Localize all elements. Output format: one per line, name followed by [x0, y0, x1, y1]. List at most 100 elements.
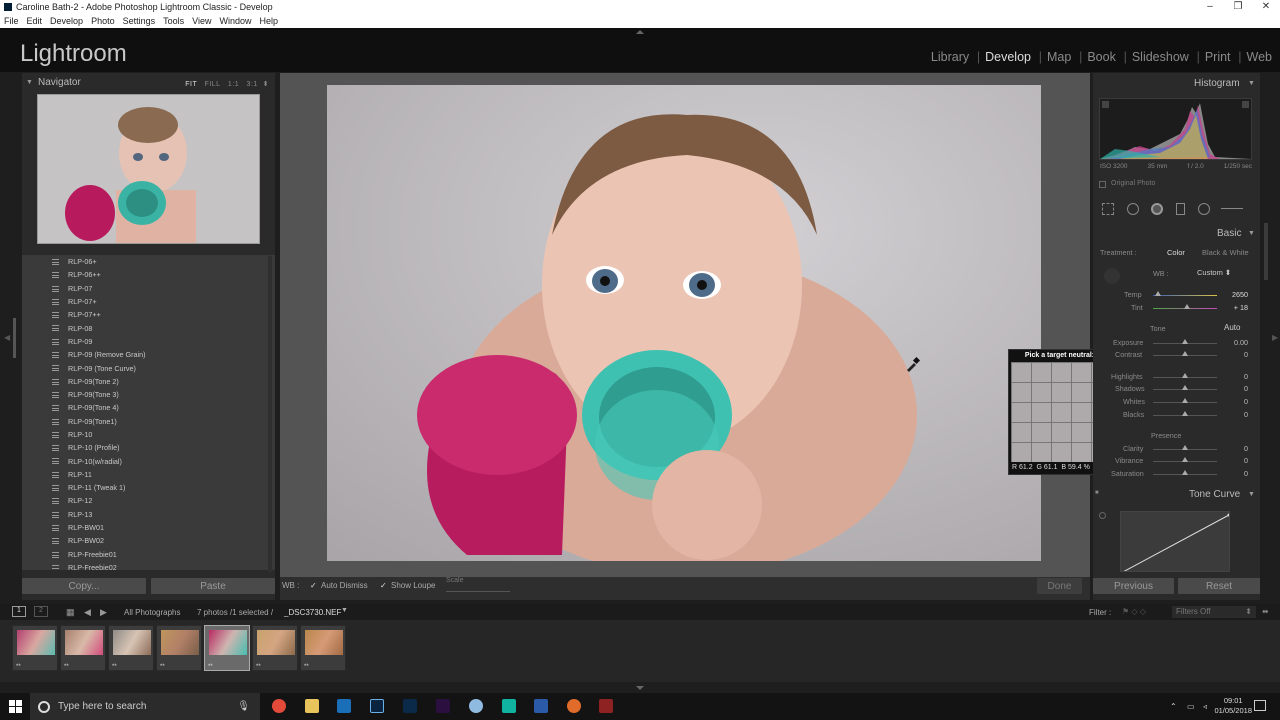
filmstrip-thumb[interactable]: ** [60, 625, 106, 671]
menu-develop[interactable]: Develop [46, 16, 87, 26]
filmstrip-thumb[interactable]: ** [12, 625, 58, 671]
graduated-filter-icon[interactable] [1176, 203, 1185, 215]
taskbar-clock[interactable]: 09:01 01/05/2018 [1214, 696, 1252, 716]
basic-title[interactable]: Basic [1217, 228, 1241, 239]
tray-chevron-icon[interactable]: ⌃ [1170, 702, 1177, 711]
outlook-icon[interactable] [337, 699, 351, 713]
preset-item[interactable]: RLP-11 (Tweak 1) [22, 481, 275, 494]
treatment-color[interactable]: Color [1167, 248, 1185, 257]
preset-item[interactable]: RLP-10(w/radial) [22, 454, 275, 467]
vibrance-value[interactable]: 0 [1222, 456, 1248, 465]
exposure-slider-thumb[interactable] [1182, 339, 1188, 344]
preset-item[interactable]: RLP-09 (Tone Curve) [22, 361, 275, 374]
app-red-icon[interactable] [599, 699, 613, 713]
app-teal-icon[interactable] [502, 699, 516, 713]
premiere-icon[interactable] [436, 699, 450, 713]
highlight-clipping-icon[interactable] [1242, 101, 1249, 108]
collapse-bottom-panel-icon[interactable] [636, 686, 644, 690]
preset-item[interactable]: RLP-Freebie01 [22, 548, 275, 561]
temp-value[interactable]: 2650 [1222, 290, 1248, 299]
right-panel-toggle-icon[interactable]: ▶ [1272, 333, 1278, 342]
preset-item[interactable]: RLP-BW02 [22, 534, 275, 547]
filmstrip-thumb[interactable]: ** [300, 625, 346, 671]
show-loupe-checkbox[interactable]: ✓ [380, 581, 387, 590]
tint-slider-thumb[interactable] [1184, 304, 1190, 309]
clarity-value[interactable]: 0 [1222, 444, 1248, 453]
whites-value[interactable]: 0 [1222, 397, 1248, 406]
spot-removal-icon[interactable] [1127, 203, 1139, 215]
windows-start-icon[interactable] [9, 700, 22, 713]
auto-dismiss-checkbox[interactable]: ✓ [310, 581, 317, 590]
filmstrip-thumb[interactable]: ** [156, 625, 202, 671]
filter-dropdown[interactable]: Filters Off ⬍ [1172, 606, 1256, 618]
shadows-slider-thumb[interactable] [1182, 385, 1188, 390]
vibrance-slider-thumb[interactable] [1182, 457, 1188, 462]
shadows-value[interactable]: 0 [1222, 384, 1248, 393]
grid-view-icon[interactable]: ▦ [66, 607, 75, 618]
preset-item[interactable]: RLP-09 [22, 335, 275, 348]
preset-item[interactable]: RLP-10 (Profile) [22, 441, 275, 454]
filmstrip-thumb-selected[interactable]: ** [204, 625, 250, 671]
targeted-adjustment-icon[interactable] [1099, 512, 1106, 519]
red-eye-icon[interactable] [1151, 203, 1163, 215]
copy-button[interactable]: Copy... [22, 578, 146, 594]
contrast-slider-thumb[interactable] [1182, 351, 1188, 356]
lightroom-taskbar-icon[interactable] [370, 699, 384, 713]
menu-settings[interactable]: Settings [119, 16, 160, 26]
network-icon[interactable]: ▭ [1187, 702, 1195, 711]
menu-view[interactable]: View [188, 16, 215, 26]
module-develop[interactable]: Develop [977, 50, 1042, 64]
firefox-icon[interactable] [567, 699, 581, 713]
preset-item[interactable]: RLP-Freebie02 [22, 561, 275, 570]
treatment-bw[interactable]: Black & White [1202, 248, 1249, 257]
zoom-fit[interactable]: FIT [185, 81, 197, 88]
filmstrip-thumb[interactable]: ** [252, 625, 298, 671]
exposure-value[interactable]: 0.00 [1222, 338, 1248, 347]
preset-item[interactable]: RLP-07 [22, 282, 275, 295]
preset-item[interactable]: RLP-09 (Remove Grain) [22, 348, 275, 361]
shadow-clipping-icon[interactable] [1102, 101, 1109, 108]
adjustment-brush-icon[interactable] [1221, 208, 1243, 209]
word-icon[interactable] [534, 699, 548, 713]
menu-edit[interactable]: Edit [23, 16, 47, 26]
preset-item[interactable]: RLP-07++ [22, 308, 275, 321]
module-print[interactable]: Print [1197, 50, 1241, 64]
panel-switch-icon[interactable]: ■ [1095, 490, 1099, 496]
radial-filter-icon[interactable] [1198, 203, 1210, 215]
preset-item[interactable]: RLP-06++ [22, 268, 275, 281]
preset-item[interactable]: RLP-06+ [22, 255, 275, 268]
wb-dropdown[interactable]: Custom ⬍ [1197, 268, 1231, 277]
contrast-value[interactable]: 0 [1222, 350, 1248, 359]
filter-toggle-icon[interactable]: ⬌ [1262, 607, 1269, 616]
blacks-value[interactable]: 0 [1222, 410, 1248, 419]
back-arrow-icon[interactable]: ◀ [84, 607, 91, 618]
main-photo[interactable] [327, 85, 1041, 561]
filmstrip-source[interactable]: All Photographs [124, 608, 180, 617]
original-photo-checkbox[interactable] [1099, 181, 1106, 188]
collapse-top-panel-icon[interactable] [636, 30, 644, 34]
zoom-fill[interactable]: FILL [205, 81, 221, 88]
wb-selector-icon[interactable] [1104, 268, 1120, 284]
zoom-3-1[interactable]: 3:1 [247, 81, 258, 88]
restore-icon[interactable]: ❐ [1224, 0, 1252, 14]
menu-help[interactable]: Help [256, 16, 283, 26]
blacks-slider-thumb[interactable] [1182, 411, 1188, 416]
preset-item[interactable]: RLP-BW01 [22, 521, 275, 534]
filter-flags-icon[interactable]: ⚑ ◇ ◇ [1122, 607, 1146, 616]
app-circle-icon[interactable] [469, 699, 483, 713]
chrome-icon[interactable] [272, 699, 286, 713]
preset-item[interactable]: RLP-09(Tone1) [22, 415, 275, 428]
preset-item[interactable]: RLP-08 [22, 321, 275, 334]
temp-slider-thumb[interactable] [1155, 291, 1161, 296]
navigator-header[interactable]: ▼ Navigator FIT FILL 1:1 3:1 ⬍ [22, 76, 275, 90]
notifications-icon[interactable] [1254, 700, 1266, 711]
preset-item[interactable]: RLP-09(Tone 3) [22, 388, 275, 401]
preset-item[interactable]: RLP-12 [22, 494, 275, 507]
scale-slider[interactable] [446, 591, 510, 592]
zoom-1-1[interactable]: 1:1 [228, 81, 239, 88]
main-window-view[interactable]: 1 [12, 606, 26, 617]
menu-tools[interactable]: Tools [159, 16, 188, 26]
navigator-preview[interactable] [37, 94, 260, 244]
close-icon[interactable]: ✕ [1252, 0, 1280, 14]
tone-curve-title[interactable]: Tone Curve [1189, 489, 1240, 500]
